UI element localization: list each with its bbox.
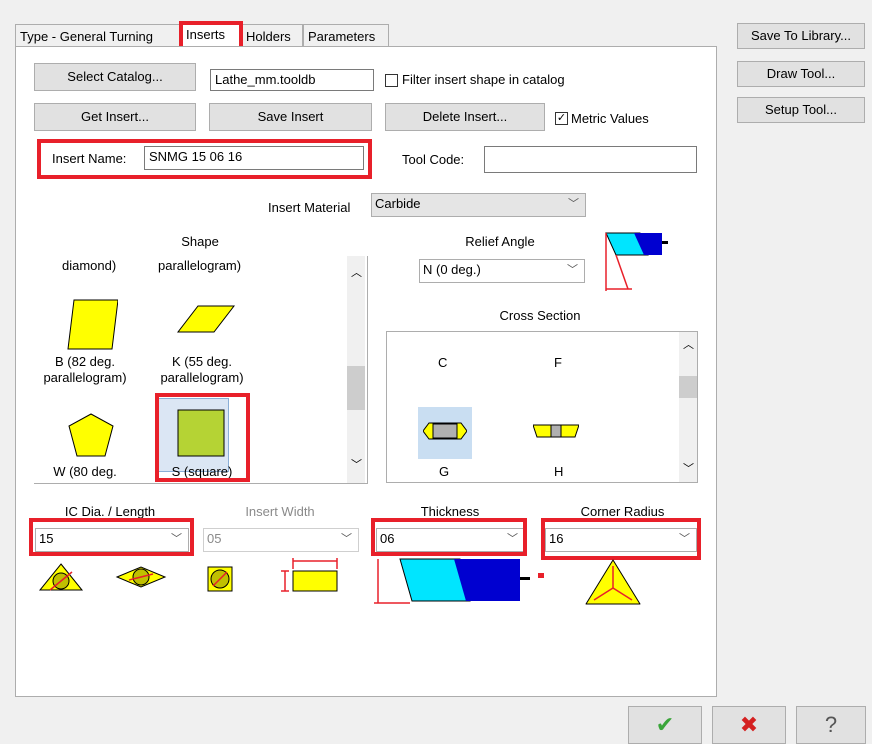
metric-checkbox[interactable]: ✓ (555, 112, 568, 125)
scroll-down-icon[interactable]: ﹀ (351, 456, 362, 472)
shape-w-icon (68, 413, 114, 457)
ic-dia-select[interactable]: 15 ﹀ (35, 528, 189, 552)
shape-item-partial-1: diamond) (62, 258, 117, 273)
help-icon: ? (824, 712, 838, 737)
cross-section-item-f: F (554, 355, 562, 370)
scroll-up-icon[interactable]: ︿ (683, 336, 694, 352)
insert-name-label: Insert Name: (52, 151, 127, 166)
chevron-down-icon: ﹀ (507, 533, 518, 545)
save-insert-button[interactable]: Save Insert (209, 103, 372, 131)
checkmark-icon: ✔ (655, 712, 675, 737)
close-icon: ✖ (739, 712, 759, 737)
insert-material-value: Carbide (375, 196, 421, 211)
save-to-library-button[interactable]: Save To Library... (737, 23, 865, 49)
corner-radius-diagram-icon (585, 559, 641, 605)
thickness-diagram-icon (374, 558, 544, 604)
scroll-up-icon[interactable]: ︿ (351, 264, 362, 280)
metric-label: Metric Values (571, 111, 649, 126)
cross-section-g-icon (423, 422, 467, 440)
tab-holders[interactable]: Holders (241, 24, 303, 46)
cross-section-title: Cross Section (499, 308, 581, 323)
thickness-label: Thickness (420, 504, 480, 519)
chevron-down-icon: ﹀ (679, 533, 690, 545)
shape-item-k: K (55 deg. parallelogram) (160, 354, 244, 385)
relief-angle-title: Relief Angle (465, 234, 535, 249)
setup-tool-button[interactable]: Setup Tool... (737, 97, 865, 123)
ic-square-diagram-icon (207, 566, 233, 592)
tab-type-general-turning[interactable]: Type - General Turning (15, 24, 181, 46)
shape-item-partial-2: parallelogram) (158, 258, 242, 273)
insert-name-field[interactable]: SNMG 15 06 16 (144, 146, 364, 170)
tab-label: Parameters (308, 29, 376, 44)
insert-width-value: 05 (207, 531, 222, 546)
corner-radius-value: 16 (549, 531, 564, 546)
ic-dia-value: 15 (39, 531, 54, 546)
thickness-value: 06 (380, 531, 395, 546)
cross-section-list[interactable]: C F G H ︿ ﹀ (386, 331, 698, 483)
cross-section-scroll-thumb[interactable] (679, 376, 697, 398)
cross-section-item-g: G (439, 464, 450, 479)
tab-inserts[interactable]: Inserts (181, 22, 241, 48)
tab-label: Type - General Turning (20, 29, 153, 44)
chevron-down-icon: ﹀ (341, 533, 352, 545)
filter-label: Filter insert shape in catalog (402, 72, 565, 87)
shape-title: Shape (181, 234, 219, 249)
cross-section-scrollbar[interactable]: ︿ ﹀ (679, 332, 697, 482)
insert-material-label: Insert Material (268, 200, 351, 215)
insert-width-label: Insert Width (245, 504, 315, 519)
delete-insert-button[interactable]: Delete Insert... (385, 103, 545, 131)
cross-section-h-icon (533, 424, 579, 438)
insert-width-diagram-icon (281, 558, 338, 592)
thickness-select[interactable]: 06 ﹀ (376, 528, 525, 552)
insert-width-select[interactable]: 05 ﹀ (203, 528, 359, 552)
ic-triangle-diagram-icon (38, 563, 84, 591)
select-catalog-button[interactable]: Select Catalog... (34, 63, 196, 91)
ok-button[interactable]: ✔ (628, 706, 702, 744)
tool-code-field[interactable] (484, 146, 697, 173)
shape-scroll-thumb[interactable] (347, 366, 365, 410)
corner-radius-label: Corner Radius (580, 504, 665, 519)
corner-radius-select[interactable]: 16 ﹀ (545, 528, 697, 552)
insert-material-select[interactable]: Carbide ﹀ (371, 193, 586, 217)
draw-tool-button[interactable]: Draw Tool... (737, 61, 865, 87)
scroll-down-icon[interactable]: ﹀ (683, 460, 694, 476)
shape-item-s: S (square) (171, 464, 233, 479)
shape-item-b: B (82 deg. parallelogram) (43, 354, 127, 385)
chevron-down-icon: ﹀ (568, 198, 579, 210)
tab-label: Inserts (186, 27, 226, 42)
catalog-file-field[interactable]: Lathe_mm.tooldb (210, 69, 374, 91)
chevron-down-icon: ﹀ (171, 533, 182, 545)
tab-label: Holders (246, 29, 291, 44)
tool-code-label: Tool Code: (402, 152, 465, 167)
shape-b-icon (67, 299, 118, 350)
relief-angle-diagram-icon (605, 232, 668, 291)
shape-s-icon (177, 409, 225, 457)
shape-scrollbar[interactable]: ︿ ﹀ (347, 256, 365, 483)
get-insert-button[interactable]: Get Insert... (34, 103, 196, 131)
shape-k-icon (176, 305, 236, 333)
relief-angle-value: N (0 deg.) (423, 262, 481, 277)
help-button[interactable]: ? (796, 706, 866, 744)
tab-parameters[interactable]: Parameters (303, 24, 389, 46)
shape-item-w: W (80 deg. (53, 464, 117, 479)
filter-checkbox[interactable] (385, 74, 398, 87)
chevron-down-icon: ﹀ (567, 264, 578, 276)
ic-diamond-diagram-icon (115, 566, 167, 588)
cross-section-item-h: H (554, 464, 564, 479)
cross-section-item-c: C (438, 355, 448, 370)
shape-list[interactable]: diamond) parallelogram) B (82 deg. paral… (34, 256, 368, 484)
ic-dia-label: IC Dia. / Length (64, 504, 156, 519)
relief-angle-select[interactable]: N (0 deg.) ﹀ (419, 259, 585, 283)
cancel-button[interactable]: ✖ (712, 706, 786, 744)
